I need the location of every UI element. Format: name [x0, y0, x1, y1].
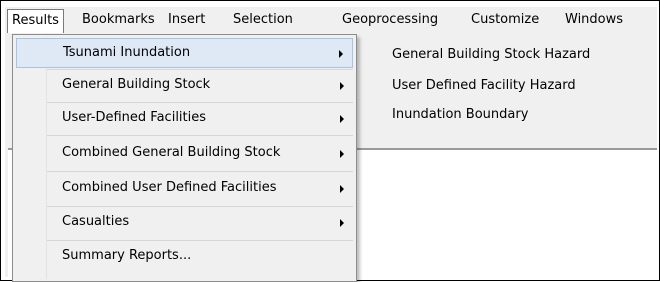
menu-item-label: Casualties	[62, 214, 130, 229]
submenu-item-user-defined-facility-hazard[interactable]: User Defined Facility Hazard	[392, 75, 576, 97]
submenu-arrow-icon	[340, 185, 344, 193]
submenu-arrow-icon	[340, 219, 344, 227]
menu-item-label: General Building Stock	[62, 77, 211, 92]
menu-bookmarks[interactable]: Bookmarks	[82, 10, 155, 30]
menu-item-label: Tsunami Inundation	[63, 45, 191, 60]
menu-geoprocessing[interactable]: Geoprocessing	[342, 10, 438, 30]
menu-item-label: Summary Reports...	[62, 248, 192, 263]
screenshot-frame: Results Bookmarks Insert Selection Geopr…	[0, 0, 660, 282]
menu-divider	[47, 102, 353, 103]
tsunami-inundation-submenu: General Building Stock Hazard User Defin…	[357, 40, 657, 147]
menu-item-label: Combined General Building Stock	[62, 145, 281, 160]
menu-insert[interactable]: Insert	[168, 10, 205, 30]
menu-windows[interactable]: Windows	[565, 10, 623, 30]
left-edge-strip	[5, 33, 8, 277]
menu-item-general-building-stock[interactable]: General Building Stock	[16, 71, 353, 101]
submenu-arrow-icon	[339, 50, 343, 58]
menu-divider	[47, 240, 353, 241]
menu-item-tsunami-inundation[interactable]: Tsunami Inundation	[16, 38, 353, 68]
submenu-item-general-building-stock-hazard[interactable]: General Building Stock Hazard	[392, 44, 590, 66]
menu-divider	[47, 171, 353, 172]
menu-bar: Results Bookmarks Insert Selection Geopr…	[5, 7, 657, 33]
menu-item-user-defined-facilities[interactable]: User-Defined Facilities	[16, 104, 353, 134]
menu-item-casualties[interactable]: Casualties	[16, 208, 353, 238]
menu-item-combined-user-defined-facilities[interactable]: Combined User Defined Facilities	[16, 174, 353, 204]
menu-item-label: Combined User Defined Facilities	[62, 180, 277, 195]
menu-selection[interactable]: Selection	[233, 10, 293, 30]
submenu-arrow-icon	[340, 115, 344, 123]
menu-divider	[47, 69, 353, 70]
results-dropdown-menu: Tsunami Inundation General Building Stoc…	[12, 34, 357, 282]
menu-item-summary-reports[interactable]: Summary Reports...	[16, 242, 353, 272]
menu-item-combined-general-building-stock[interactable]: Combined General Building Stock	[16, 139, 353, 169]
menu-item-label: User-Defined Facilities	[62, 110, 207, 125]
menu-customize[interactable]: Customize	[471, 10, 539, 30]
submenu-item-inundation-boundary[interactable]: Inundation Boundary	[392, 104, 528, 126]
menu-divider	[47, 206, 353, 207]
menu-divider	[47, 135, 353, 136]
submenu-arrow-icon	[340, 150, 344, 158]
menu-results[interactable]: Results	[7, 9, 64, 33]
submenu-arrow-icon	[340, 82, 344, 90]
